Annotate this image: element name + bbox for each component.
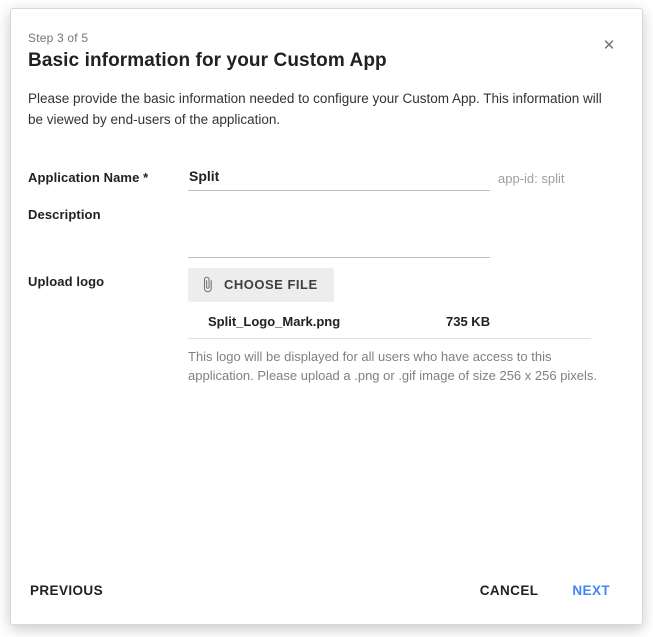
upload-logo-label: Upload logo xyxy=(28,268,188,289)
choose-file-button[interactable]: CHOOSE FILE xyxy=(188,268,334,302)
dialog-description: Please provide the basic information nee… xyxy=(28,89,612,131)
upload-helper-text: This logo will be displayed for all user… xyxy=(188,348,612,386)
previous-button[interactable]: PREVIOUS xyxy=(28,577,105,604)
dialog-footer: PREVIOUS CANCEL NEXT xyxy=(28,577,612,604)
choose-file-label: CHOOSE FILE xyxy=(224,277,318,292)
uploaded-file-name: Split_Logo_Mark.png xyxy=(208,314,446,329)
close-button[interactable]: ✕ xyxy=(598,35,620,57)
step-indicator: Step 3 of 5 xyxy=(28,31,612,45)
close-icon: ✕ xyxy=(603,37,616,54)
application-name-label: Application Name * xyxy=(28,164,188,185)
uploaded-file-size: 735 KB xyxy=(446,314,490,329)
paperclip-icon xyxy=(199,276,216,293)
description-input[interactable] xyxy=(188,201,490,258)
app-id-hint: app-id: split xyxy=(498,164,564,186)
footer-right-actions: CANCEL NEXT xyxy=(478,577,612,604)
next-button[interactable]: NEXT xyxy=(570,577,612,604)
description-label: Description xyxy=(28,201,188,222)
description-row: Description xyxy=(28,201,612,258)
dialog-title: Basic information for your Custom App xyxy=(28,50,612,72)
application-name-input[interactable] xyxy=(188,164,490,191)
upload-logo-row: Upload logo CHOOSE FILE Split_Logo_Mark.… xyxy=(28,268,612,386)
application-name-row: Application Name * app-id: split xyxy=(28,164,612,191)
basic-info-form: Application Name * app-id: split Descrip… xyxy=(28,164,612,386)
cancel-button[interactable]: CANCEL xyxy=(478,577,541,604)
uploaded-file-row: Split_Logo_Mark.png 735 KB xyxy=(188,312,591,339)
custom-app-dialog: ✕ Step 3 of 5 Basic information for your… xyxy=(10,8,643,625)
upload-field: CHOOSE FILE Split_Logo_Mark.png 735 KB T… xyxy=(188,268,612,386)
